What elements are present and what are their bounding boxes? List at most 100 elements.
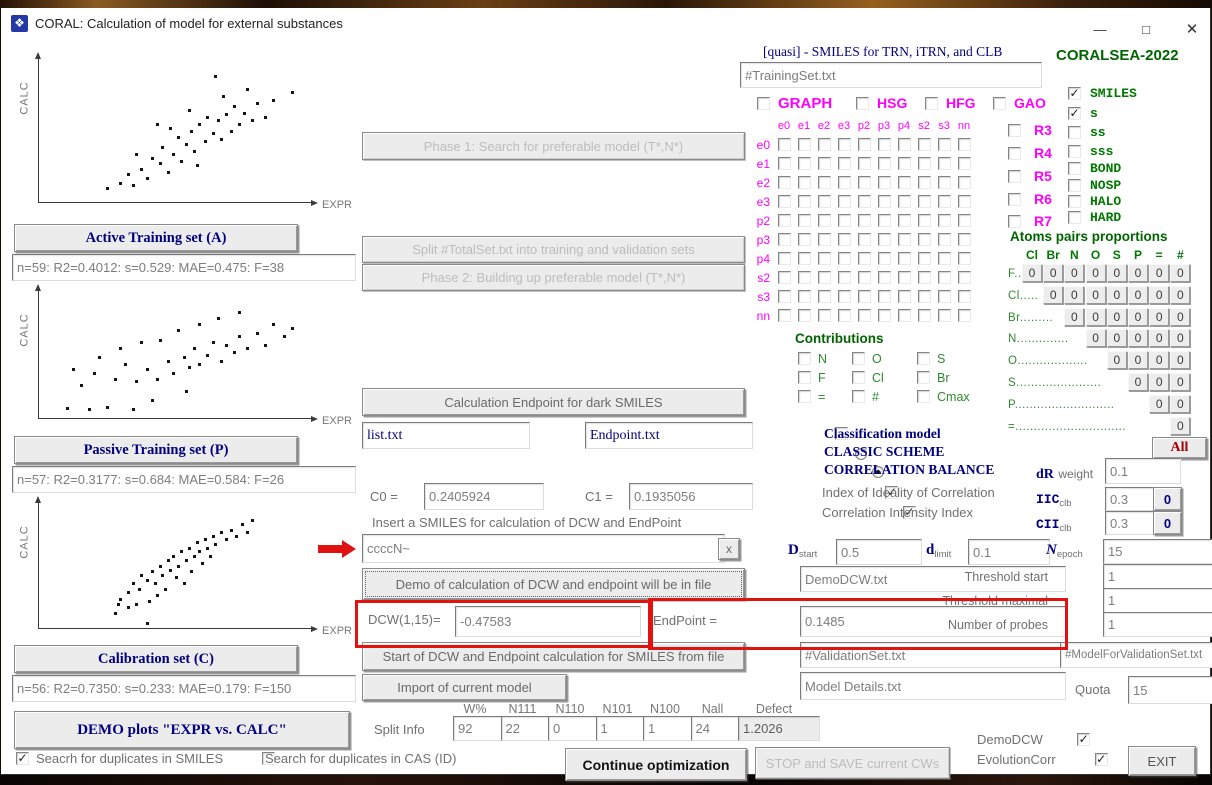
demo-plots-button[interactable]: DEMO plots "EXPR vs. CALC" — [14, 711, 350, 749]
contribution-toggle-F[interactable]: F — [798, 368, 852, 387]
grid-checkbox-e2-e1[interactable] — [798, 176, 811, 189]
grid-checkbox-p2-p2[interactable] — [858, 214, 871, 227]
r3-toggle[interactable]: R3 — [1008, 122, 1052, 138]
import-model-button[interactable]: Import of current model — [362, 674, 567, 701]
grid-checkbox-nn-e3[interactable] — [838, 309, 851, 322]
grid-checkbox-e1-e3[interactable] — [838, 157, 851, 170]
grid-checkbox-s3-e2[interactable] — [818, 290, 831, 303]
grid-checkbox-s3-e3[interactable] — [838, 290, 851, 303]
r5-checkbox[interactable] — [1008, 170, 1021, 183]
contribution-checkbox-#[interactable] — [852, 390, 865, 403]
dup-smiles-checkbox[interactable] — [16, 752, 29, 765]
phase2-button[interactable]: Phase 2: Building up preferable model (T… — [362, 264, 745, 291]
split-info-value-N100[interactable]: 1 — [643, 716, 697, 741]
grid-checkbox-p3-p2[interactable] — [858, 233, 871, 246]
iic-zero-button[interactable]: 0 — [1153, 487, 1182, 511]
phase1-button[interactable]: Phase 1: Search for preferable model (T*… — [362, 132, 745, 160]
grid-checkbox-p3-nn[interactable] — [958, 233, 971, 246]
r4-checkbox[interactable] — [1008, 147, 1021, 160]
grid-checkbox-e1-p4[interactable] — [898, 157, 911, 170]
demo-calc-dcw-button[interactable]: Demo of calculation of DCW and endpoint … — [362, 568, 745, 600]
hard-toggle[interactable]: HARD — [1068, 210, 1121, 225]
grid-checkbox-s2-s2[interactable] — [918, 271, 931, 284]
grid-checkbox-s3-e1[interactable] — [798, 290, 811, 303]
grid-checkbox-s2-p2[interactable] — [858, 271, 871, 284]
training-set-file-field[interactable]: #TrainingSet.txt — [740, 62, 1042, 88]
grid-checkbox-e0-p3[interactable] — [878, 138, 891, 151]
grid-checkbox-e0-p4[interactable] — [898, 138, 911, 151]
grid-checkbox-nn-p2[interactable] — [858, 309, 871, 322]
contribution-checkbox-Cmax[interactable] — [917, 390, 930, 403]
grid-checkbox-e2-e2[interactable] — [818, 176, 831, 189]
grid-checkbox-e2-s3[interactable] — [938, 176, 951, 189]
number-of-probes-field[interactable]: 1 — [1103, 612, 1212, 637]
minimize-button[interactable]: — — [1081, 16, 1119, 42]
exit-button[interactable]: EXIT — [1128, 746, 1196, 776]
grid-checkbox-s2-p3[interactable] — [878, 271, 891, 284]
evolution-corr-checkbox[interactable] — [1095, 753, 1108, 766]
grid-checkbox-e1-s3[interactable] — [938, 157, 951, 170]
quota-field[interactable]: 15 — [1128, 676, 1212, 704]
contribution-checkbox-N[interactable] — [798, 352, 811, 365]
cii-zero-button[interactable]: 0 — [1153, 511, 1182, 535]
grid-checkbox-s3-s3[interactable] — [938, 290, 951, 303]
close-button[interactable]: ✕ — [1173, 16, 1211, 42]
split-info-value-Nall[interactable]: 24 — [691, 716, 745, 741]
pair-cell-Br-O[interactable]: 0 — [1086, 308, 1106, 326]
pair-cell-F-N[interactable]: 0 — [1064, 264, 1084, 282]
s-checkbox[interactable] — [1068, 107, 1081, 120]
grid-checkbox-e0-nn[interactable] — [958, 138, 971, 151]
continue-optimization-button[interactable]: Continue optimization — [565, 748, 747, 781]
grid-checkbox-p4-e2[interactable] — [818, 252, 831, 265]
contribution-toggle-#[interactable]: # — [852, 387, 917, 406]
n-epoch-field[interactable]: 15 — [1103, 539, 1212, 564]
grid-checkbox-s3-p4[interactable] — [898, 290, 911, 303]
hfg-checkbox[interactable] — [925, 97, 938, 110]
gao-toggle[interactable]: GAO — [993, 95, 1046, 111]
grid-checkbox-e0-p2[interactable] — [858, 138, 871, 151]
grid-checkbox-s2-e1[interactable] — [798, 271, 811, 284]
pair-cell-Br-P[interactable]: 0 — [1128, 308, 1148, 326]
clear-smiles-button[interactable]: x — [718, 538, 740, 560]
pair-cell-F-#[interactable]: 0 — [1170, 264, 1190, 282]
grid-checkbox-p4-nn[interactable] — [958, 252, 971, 265]
contribution-checkbox-O[interactable] — [852, 352, 865, 365]
pair-cell-N-O[interactable]: 0 — [1086, 329, 1106, 347]
grid-checkbox-e1-p3[interactable] — [878, 157, 891, 170]
nosp-checkbox[interactable] — [1068, 179, 1081, 192]
ss-toggle[interactable]: ss — [1068, 125, 1106, 140]
pair-cell-=-#[interactable]: 0 — [1170, 417, 1190, 435]
contribution-toggle-O[interactable]: O — [852, 349, 917, 368]
grid-checkbox-s2-e2[interactable] — [818, 271, 831, 284]
r5-toggle[interactable]: R5 — [1008, 168, 1052, 184]
grid-checkbox-e3-s3[interactable] — [938, 195, 951, 208]
pair-cell-O-S[interactable]: 0 — [1107, 351, 1127, 369]
grid-checkbox-p3-e2[interactable] — [818, 233, 831, 246]
grid-checkbox-p4-e0[interactable] — [778, 252, 791, 265]
grid-checkbox-p4-p2[interactable] — [858, 252, 871, 265]
grid-checkbox-e3-e0[interactable] — [778, 195, 791, 208]
pair-cell-F-O[interactable]: 0 — [1086, 264, 1106, 282]
pair-cell-Cl-=[interactable]: 0 — [1149, 286, 1169, 304]
sss-checkbox[interactable] — [1068, 145, 1081, 158]
pair-cell-F-P[interactable]: 0 — [1128, 264, 1148, 282]
grid-checkbox-p2-s2[interactable] — [918, 214, 931, 227]
grid-checkbox-p2-s3[interactable] — [938, 214, 951, 227]
grid-checkbox-e1-p2[interactable] — [858, 157, 871, 170]
grid-checkbox-p2-e3[interactable] — [838, 214, 851, 227]
pair-cell-Cl-Br[interactable]: 0 — [1043, 286, 1063, 304]
grid-checkbox-e2-p2[interactable] — [858, 176, 871, 189]
grid-checkbox-e1-e2[interactable] — [818, 157, 831, 170]
grid-checkbox-s2-e3[interactable] — [838, 271, 851, 284]
demo-dcw-checkbox[interactable] — [1077, 733, 1090, 746]
c1-value-field[interactable]: 0.1935056 — [629, 483, 753, 510]
grid-checkbox-s2-p4[interactable] — [898, 271, 911, 284]
grid-checkbox-s2-s3[interactable] — [938, 271, 951, 284]
grid-checkbox-nn-s3[interactable] — [938, 309, 951, 322]
grid-checkbox-p3-e3[interactable] — [838, 233, 851, 246]
split-total-set-button[interactable]: Split #TotalSet.txt into training and va… — [362, 236, 745, 263]
pair-cell-F-S[interactable]: 0 — [1107, 264, 1127, 282]
maximize-button[interactable]: □ — [1127, 16, 1165, 42]
contribution-checkbox-Br[interactable] — [917, 371, 930, 384]
r3-checkbox[interactable] — [1008, 124, 1021, 137]
